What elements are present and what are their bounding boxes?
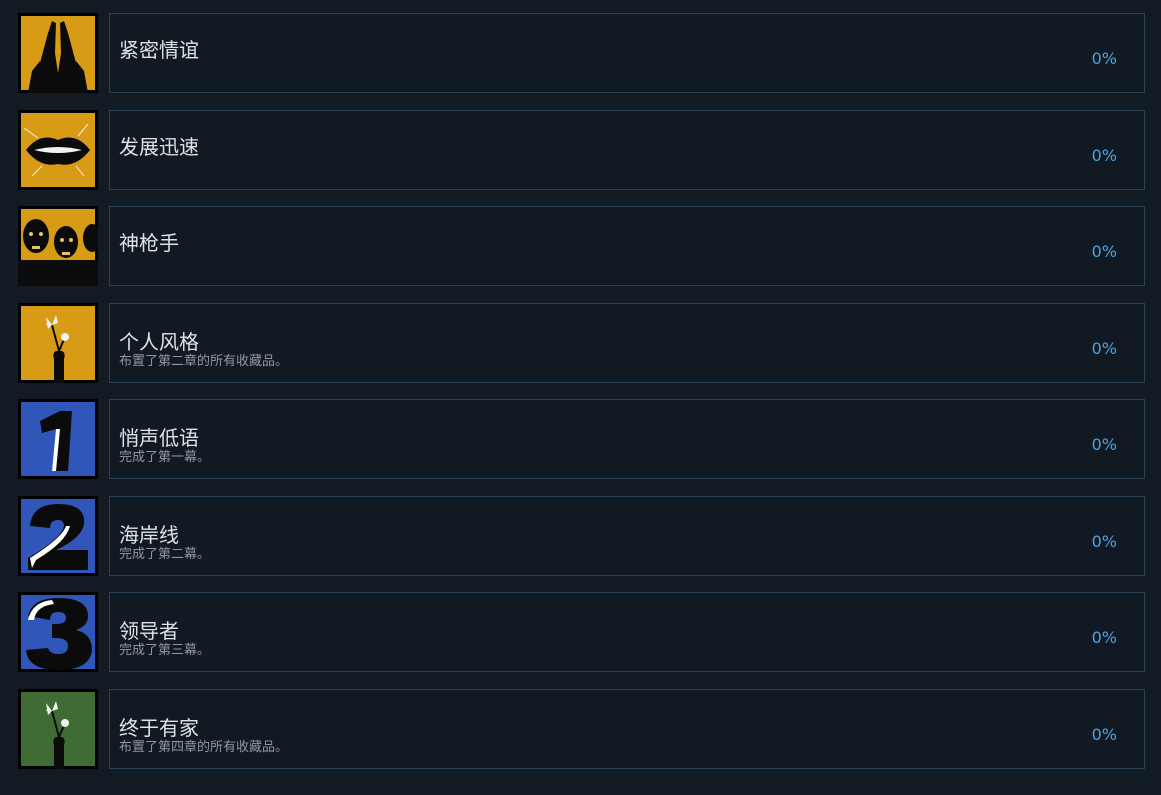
achievement-row: 悄声低语 完成了第一幕。 0%: [18, 399, 1145, 480]
achievement-row: 个人风格 布置了第二章的所有收藏品。 0%: [18, 302, 1145, 384]
achievement-title: 海岸线: [119, 522, 179, 547]
achievement-row: 终于有家 布置了第四章的所有收藏品。 0%: [18, 688, 1145, 770]
number-two-icon: [18, 495, 98, 576]
achievement-row: 神枪手 0%: [18, 206, 1145, 287]
achievement-title: 发展迅速: [119, 134, 199, 159]
achievement-percent: 0%: [1091, 338, 1117, 358]
number-three-icon: [18, 592, 98, 672]
achievement-row: 紧密情谊 0%: [18, 13, 1145, 94]
achievement-percent: 0%: [1091, 145, 1117, 165]
achievement-card[interactable]: 神枪手 0%: [109, 206, 1145, 286]
achievement-row: 领导者 完成了第三幕。 0%: [18, 592, 1145, 673]
lips-icon: [18, 109, 98, 190]
number-one-icon: [18, 399, 98, 479]
achievement-percent: 0%: [1091, 49, 1117, 68]
achievement-list: 紧密情谊 0% 发展迅速 0% 神枪手 0% 个人风格 布置了第二章的所有收藏品…: [18, 13, 1145, 785]
achievement-percent: 0%: [1091, 435, 1117, 454]
achievement-title: 悄声低语: [119, 426, 199, 450]
achievement-percent: 0%: [1091, 724, 1117, 744]
praying-hands-icon: [18, 13, 98, 93]
achievement-percent: 0%: [1091, 531, 1117, 551]
flower-vase-icon: [18, 302, 98, 383]
achievement-description: 布置了第四章的所有收藏品。: [119, 739, 289, 755]
achievement-card[interactable]: 紧密情谊 0%: [109, 13, 1145, 93]
achievement-description: 完成了第二幕。: [119, 546, 211, 562]
achievement-card[interactable]: 海岸线 完成了第二幕。 0%: [109, 495, 1145, 576]
achievement-card[interactable]: 发展迅速 0%: [109, 109, 1145, 190]
achievement-title: 个人风格: [119, 329, 199, 354]
achievement-percent: 0%: [1091, 628, 1117, 647]
flower-vase-icon: [18, 688, 98, 769]
achievement-percent: 0%: [1091, 242, 1117, 261]
achievement-card[interactable]: 个人风格 布置了第二章的所有收藏品。 0%: [109, 302, 1145, 383]
achievement-description: 布置了第二章的所有收藏品。: [119, 353, 289, 369]
achievement-title: 终于有家: [119, 715, 199, 740]
achievement-card[interactable]: 领导者 完成了第三幕。 0%: [109, 592, 1145, 672]
achievement-row: 发展迅速 0%: [18, 109, 1145, 191]
zombies-icon: [18, 206, 98, 286]
achievement-card[interactable]: 悄声低语 完成了第一幕。 0%: [109, 399, 1145, 479]
achievement-title: 神枪手: [119, 231, 179, 255]
achievement-description: 完成了第三幕。: [119, 643, 211, 658]
achievement-title: 紧密情谊: [119, 38, 199, 62]
achievement-title: 领导者: [119, 619, 179, 643]
achievement-card[interactable]: 终于有家 布置了第四章的所有收藏品。 0%: [109, 688, 1145, 769]
achievement-description: 完成了第一幕。: [119, 450, 211, 465]
achievement-row: 海岸线 完成了第二幕。 0%: [18, 495, 1145, 577]
